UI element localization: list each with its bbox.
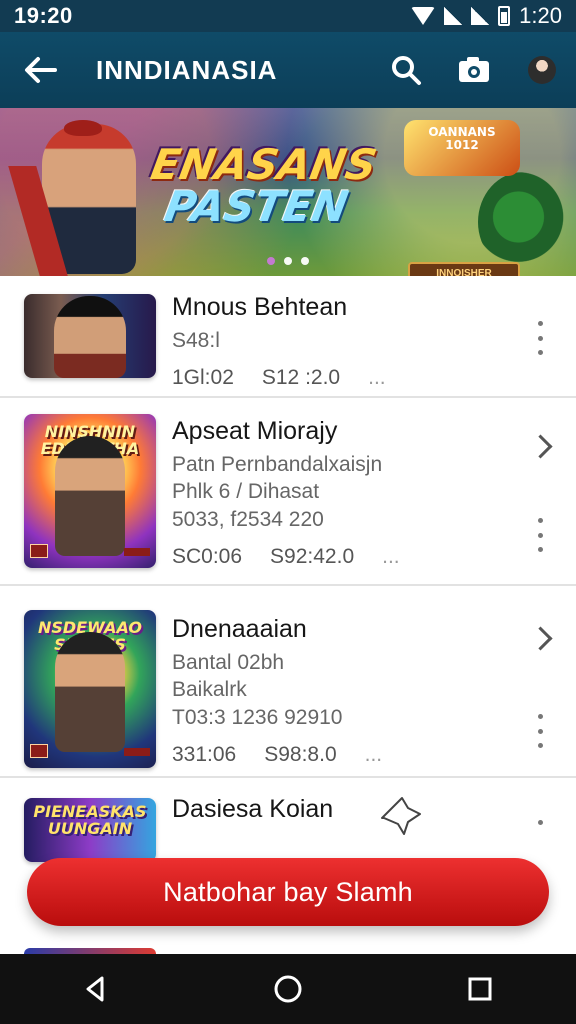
nav-recents-button[interactable]: [444, 959, 516, 1019]
carousel-dot-active[interactable]: [267, 257, 275, 265]
wifi-icon: [411, 7, 436, 25]
item-info: Mnous Behtean S48:l 1Gl:02 S12 :2.0 ...: [172, 292, 524, 390]
search-button[interactable]: [372, 32, 440, 108]
thumbnail-tag: [30, 544, 48, 558]
thumbnail-tag: [124, 748, 150, 756]
signal-icon-secondary: [471, 7, 490, 25]
page-title: INNDIANASIA: [96, 54, 278, 85]
item-detail: S48:l: [172, 329, 220, 352]
item-thumbnail: NINSHNINEDDENTHA: [24, 414, 156, 568]
banner-sign: INNOISHER ENTRADE: [408, 262, 520, 276]
item-detail: Baikalrk: [172, 678, 247, 702]
carousel-dot[interactable]: [284, 257, 292, 265]
chevron-right-icon[interactable]: [532, 626, 550, 654]
item-detail: 5033, f2534 220: [172, 507, 324, 531]
palm-tree-art: [478, 172, 568, 272]
thumbnail-figure: [55, 436, 125, 556]
item-title: Dnenaaaian: [172, 615, 307, 643]
battery-icon: [498, 6, 511, 26]
status-icons: 1:20: [411, 3, 562, 29]
item-info: Dasiesa Koian: [172, 794, 524, 829]
item-title: Mnous Behtean: [172, 293, 348, 321]
carousel-indicator: [267, 257, 309, 265]
search-icon: [392, 56, 421, 85]
thumbnail-tag: [124, 548, 150, 556]
item-detail: Patn Pernbandalxaisjn: [172, 453, 383, 476]
chevron-right-icon[interactable]: [532, 434, 550, 462]
banner-title: ENASANS PASTEN: [133, 140, 388, 231]
price-suffix: ...: [382, 544, 400, 568]
back-button[interactable]: [0, 32, 80, 108]
banner-hero-figure: [42, 120, 136, 274]
system-nav-bar: [0, 954, 576, 1024]
price-suffix: ...: [368, 366, 386, 390]
price-right: S98:8.0: [264, 742, 337, 766]
item-thumbnail: NSDEWAAOSUJSAIS: [24, 610, 156, 768]
camera-button[interactable]: [440, 32, 508, 108]
item-detail: Phlk 6 / Dihasat: [172, 480, 320, 504]
banner-logo-sub: 1012: [445, 138, 479, 153]
more-options-icon[interactable]: [530, 518, 550, 552]
item-detail: T03:3 1236 92910: [172, 705, 343, 729]
more-options-icon[interactable]: [530, 820, 550, 834]
status-bar: 19:20 1:20: [0, 0, 576, 32]
item-thumbnail: [24, 294, 156, 378]
item-prices: 331:06 S98:8.0 ...: [172, 743, 524, 767]
thumbnail-figure: [54, 296, 126, 378]
pin-icon[interactable]: [378, 794, 426, 836]
price-left: 1Gl:02: [172, 366, 234, 390]
banner-title-line2: PASTEN: [160, 182, 352, 231]
item-detail: Bantal 02bh: [172, 651, 285, 674]
carousel-dot[interactable]: [301, 257, 309, 265]
status-time-right: 1:20: [519, 3, 562, 28]
price-right: S12 :2.0: [261, 366, 341, 390]
home-circle-icon: [274, 975, 302, 1003]
price-left: SC0:06: [172, 544, 243, 568]
promo-banner[interactable]: ENASANS PASTEN OANNANS 1012 INNOISHER EN…: [0, 108, 576, 276]
item-prices: 1Gl:02 S12 :2.0 ...: [172, 366, 524, 390]
price-right: S92:42.0: [270, 544, 355, 568]
avatar: [528, 56, 556, 84]
back-triangle-icon: [86, 976, 104, 1002]
list-item[interactable]: NSDEWAAOSUJSAIS Dnenaaaian Bantal 02bh B…: [0, 586, 576, 778]
item-thumbnail: PIENEASKAS UUNGAIN: [24, 798, 156, 862]
recents-square-icon: [468, 977, 492, 1001]
nav-back-button[interactable]: [60, 959, 132, 1019]
thumbnail-title: PIENEASKAS UUNGAIN: [33, 802, 147, 838]
nav-home-button[interactable]: [252, 959, 324, 1019]
back-arrow-icon: [25, 57, 57, 83]
app-bar: INNDIANASIA: [0, 32, 576, 108]
item-title: Dasiesa Koian: [172, 795, 334, 823]
camera-icon: [459, 57, 489, 82]
status-time-left: 19:20: [14, 3, 73, 28]
thumbnail-tag: [30, 744, 48, 758]
app-screen: 19:20 1:20 INNDIANASIA ENASANS PASTEN OA…: [0, 0, 576, 1024]
more-options-icon[interactable]: [530, 321, 550, 355]
banner-title-line1: ENASANS: [147, 140, 381, 189]
product-list: Mnous Behtean S48:l 1Gl:02 S12 :2.0 ... …: [0, 276, 576, 862]
thumbnail-figure: [55, 632, 125, 752]
item-info: Apseat Miorajy Patn Pernbandalxaisjn Phl…: [172, 416, 524, 569]
item-title: Apseat Miorajy: [172, 417, 338, 445]
price-suffix: ...: [364, 742, 383, 766]
banner-logo: OANNANS 1012: [404, 120, 520, 176]
list-item[interactable]: PIENEASKAS UUNGAIN Dasiesa Koian: [0, 778, 576, 862]
price-left: 331:06: [172, 742, 237, 766]
profile-button[interactable]: [508, 32, 576, 108]
list-item[interactable]: NINSHNINEDDENTHA Apseat Miorajy Patn Per…: [0, 398, 576, 586]
item-prices: SC0:06 S92:42.0 ...: [172, 545, 524, 569]
primary-cta-button[interactable]: Natbohar bay Slamh: [27, 858, 549, 926]
list-item[interactable]: Mnous Behtean S48:l 1Gl:02 S12 :2.0 ...: [0, 276, 576, 398]
signal-icon: [444, 7, 463, 25]
item-info: Dnenaaaian Bantal 02bh Baikalrk T03:3 12…: [172, 614, 524, 767]
more-options-icon[interactable]: [530, 714, 550, 748]
